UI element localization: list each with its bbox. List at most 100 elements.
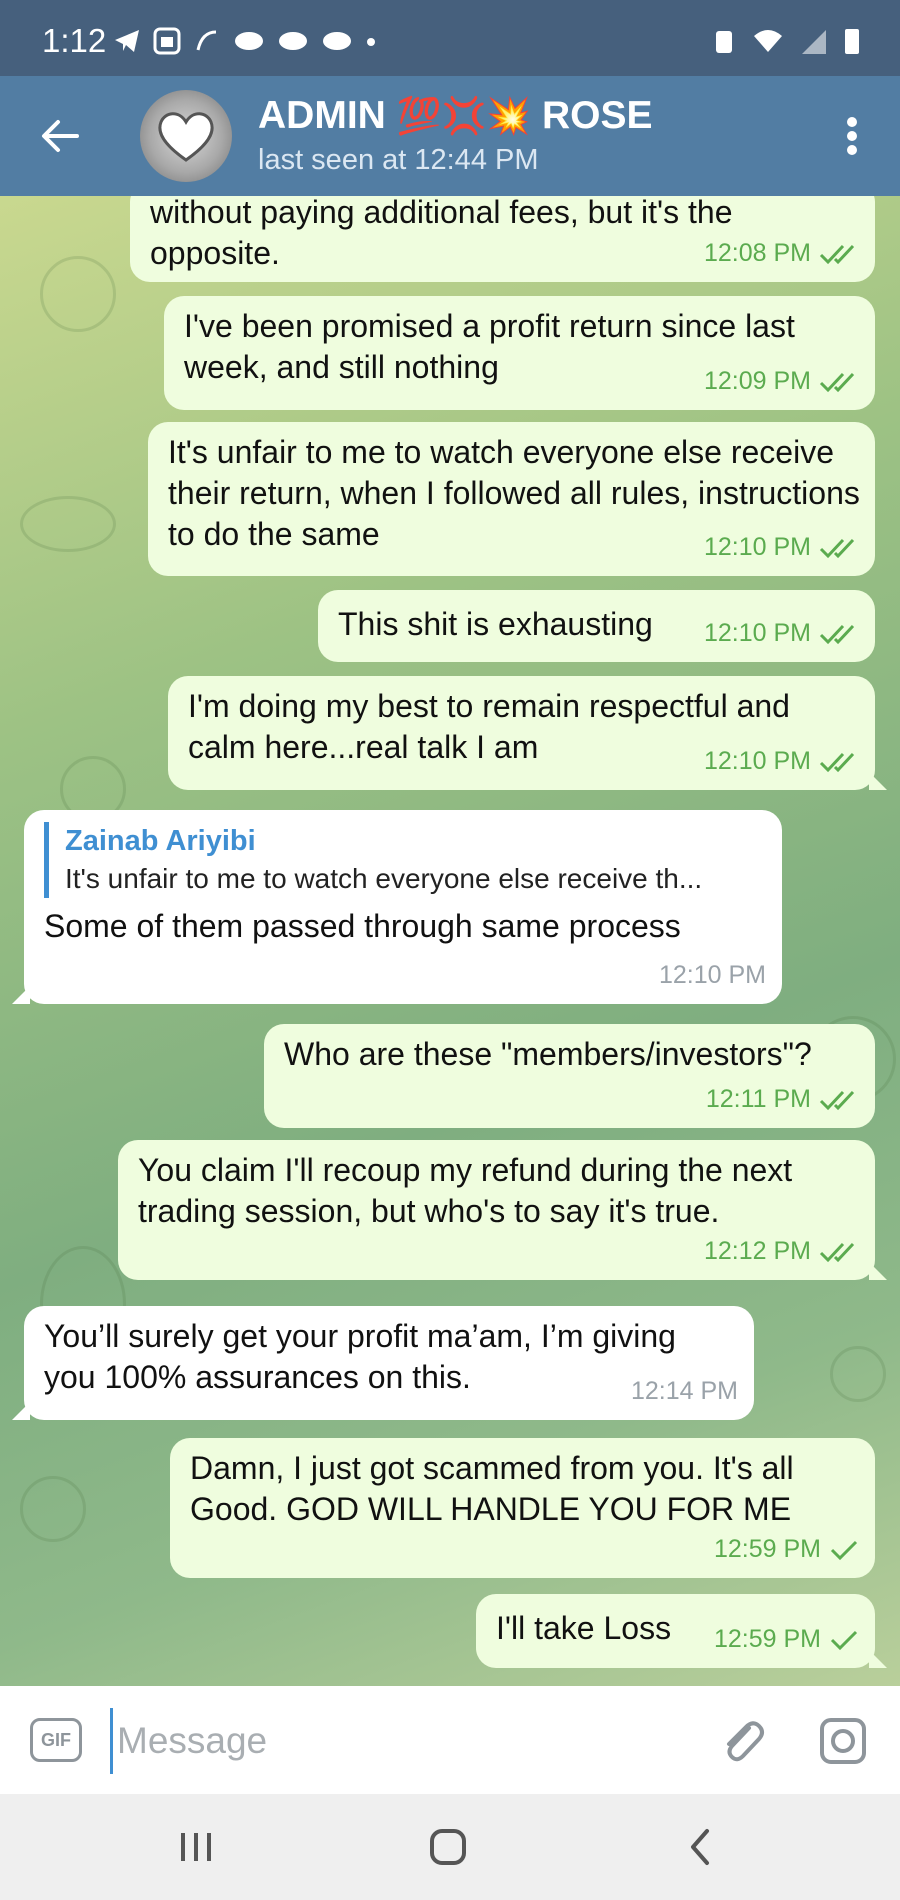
message-outgoing[interactable]: I've been promised a profit return since…	[164, 296, 875, 410]
message-text: Who are these "members/investors"?	[284, 1036, 812, 1072]
battery-saver-icon	[716, 31, 732, 53]
message-time: 12:10 PM	[703, 747, 811, 775]
bubble-tail	[12, 986, 30, 1004]
chat-title-emoji: 💯💢💥	[396, 95, 532, 136]
message-composer: GIF	[0, 1686, 900, 1794]
message-time: 12:10 PM	[658, 961, 766, 989]
message-outgoing[interactable]: I'm doing my best to remain respectful a…	[168, 676, 887, 790]
system-icons	[712, 26, 862, 56]
message-meta: 12:59 PM	[714, 1529, 859, 1570]
single-check-icon	[830, 1630, 858, 1650]
signal-icon	[802, 30, 826, 54]
message-outgoing[interactable]: Damn, I just got scammed from you. It's …	[170, 1438, 875, 1578]
more-menu-button[interactable]	[826, 106, 878, 166]
home-icon	[430, 1829, 466, 1865]
notification-icons	[112, 26, 378, 56]
heart-icon	[158, 112, 214, 162]
app-icon	[153, 27, 181, 55]
recents-button[interactable]	[166, 1822, 226, 1872]
nav-back-button[interactable]	[670, 1822, 730, 1872]
message-time: 12:08 PM	[703, 239, 811, 267]
message-outgoing[interactable]: You claim I'll recoup my refund during t…	[118, 1140, 887, 1280]
nav-back-icon	[691, 1829, 709, 1865]
back-arrow-icon	[42, 120, 79, 152]
background-doodle	[20, 1476, 86, 1542]
camera-icon	[820, 1718, 866, 1764]
message-time: 12:09 PM	[703, 367, 811, 395]
bubble-tail	[869, 1262, 887, 1280]
message-time: 12:10 PM	[703, 619, 811, 647]
chat-title-text: ADMIN	[258, 94, 386, 137]
message-time: 12:11 PM	[705, 1085, 811, 1113]
message-meta: 12:12 PM	[704, 1231, 859, 1272]
double-check-icon	[819, 1242, 855, 1262]
message-text: Damn, I just got scammed from you. It's …	[190, 1450, 794, 1527]
message-text: You claim I'll recoup my refund during t…	[138, 1152, 793, 1229]
message-time: 12:59 PM	[713, 1625, 821, 1653]
message-outgoing[interactable]: It's unfair to me to watch everyone else…	[148, 422, 875, 576]
reply-quote[interactable]: Zainab Ariyibi It's unfair to me to watc…	[44, 822, 762, 898]
background-doodle	[830, 1346, 886, 1402]
double-check-icon	[819, 372, 855, 392]
gif-button[interactable]: GIF	[30, 1718, 82, 1762]
last-seen-status: last seen at 12:44 PM	[258, 144, 539, 176]
message-meta: 12:08 PM	[704, 233, 859, 274]
chat-title-suffix: ROSE	[542, 94, 653, 137]
notification-blob-icon	[235, 32, 263, 50]
message-meta: 12:09 PM	[704, 361, 859, 402]
paperclip-icon	[727, 1721, 764, 1762]
message-meta: 12:10 PM	[704, 613, 859, 654]
viber-icon	[196, 30, 217, 51]
double-check-icon	[819, 244, 855, 264]
home-button[interactable]	[418, 1822, 478, 1872]
double-check-icon	[819, 752, 855, 772]
message-meta: 12:59 PM	[714, 1619, 859, 1660]
message-outgoing[interactable]: I'll take Loss 12:59 PM	[476, 1594, 887, 1668]
message-meta: 12:10 PM	[704, 741, 859, 782]
message-time: 12:59 PM	[713, 1535, 821, 1563]
telegram-icon	[115, 30, 139, 52]
message-outgoing[interactable]: This shit is exhausting 12:10 PM	[318, 590, 875, 662]
message-time: 12:10 PM	[703, 533, 811, 561]
status-time: 1:12	[42, 22, 107, 59]
double-check-icon	[819, 1090, 855, 1110]
more-vert-icon	[847, 117, 857, 155]
wifi-icon	[754, 30, 782, 52]
back-button[interactable]	[30, 110, 90, 162]
chat-header: ADMIN 💯💢💥 ROSE last seen at 12:44 PM	[0, 76, 900, 196]
background-doodle	[40, 256, 116, 332]
recents-icon	[181, 1833, 211, 1861]
bubble-tail	[12, 1402, 30, 1420]
message-text: without paying additional fees, but it's…	[150, 196, 733, 230]
double-check-icon	[819, 624, 855, 644]
system-nav-bar	[0, 1794, 900, 1900]
status-bar: 1:12	[0, 0, 900, 76]
notification-blob-icon	[279, 32, 307, 50]
camera-button[interactable]	[816, 1714, 870, 1768]
message-text: Some of them passed through same process	[44, 908, 681, 944]
message-incoming[interactable]: Zainab Ariyibi It's unfair to me to watc…	[12, 810, 782, 1004]
notification-blob-icon	[323, 32, 351, 50]
message-input[interactable]	[110, 1708, 679, 1774]
message-outgoing[interactable]: without paying additional fees, but it's…	[130, 196, 875, 282]
message-time: 12:12 PM	[703, 1237, 811, 1265]
attach-button[interactable]	[716, 1714, 770, 1768]
single-check-icon	[830, 1540, 858, 1560]
reply-quoted-text: It's unfair to me to watch everyone else…	[65, 863, 703, 894]
reply-sender-name: Zainab Ariyibi	[65, 825, 256, 857]
avatar[interactable]	[140, 90, 232, 182]
bubble-tail	[869, 1650, 887, 1668]
background-doodle	[20, 496, 116, 552]
chat-area[interactable]: without paying additional fees, but it's…	[0, 196, 900, 1686]
message-meta: 12:14 PM	[631, 1371, 738, 1412]
message-time: 12:14 PM	[630, 1377, 738, 1405]
message-meta: 12:10 PM	[704, 527, 859, 568]
message-incoming[interactable]: You’ll surely get your profit ma’am, I’m…	[12, 1306, 754, 1420]
more-notifications-dot-icon	[367, 38, 375, 46]
double-check-icon	[819, 538, 855, 558]
message-outgoing[interactable]: Who are these "members/investors"? 12:11…	[264, 1024, 875, 1128]
bubble-tail	[869, 772, 887, 790]
message-meta: 12:11 PM	[706, 1079, 859, 1120]
battery-icon	[845, 29, 859, 54]
chat-title[interactable]: ADMIN 💯💢💥 ROSE	[258, 94, 653, 138]
